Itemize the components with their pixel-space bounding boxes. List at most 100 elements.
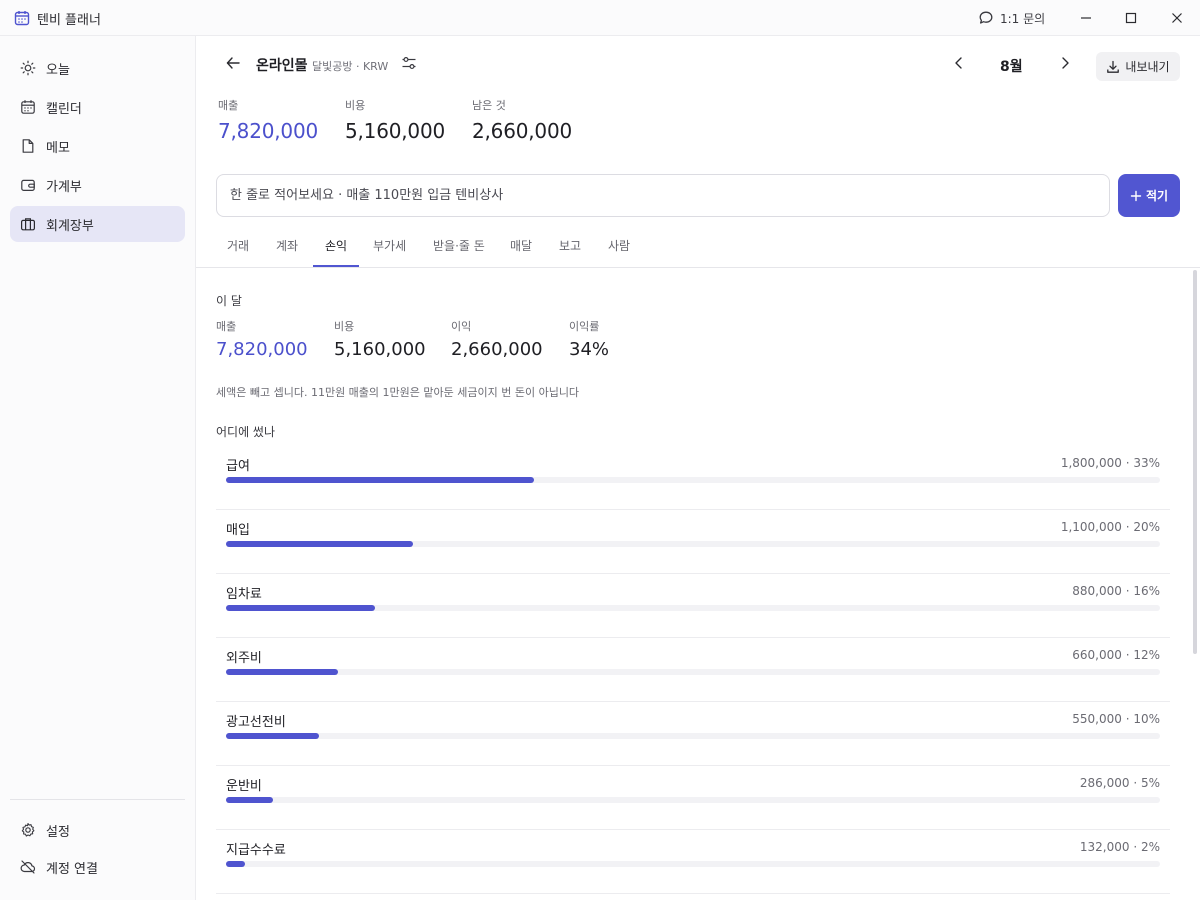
ledger-name: 온라인몰 xyxy=(256,58,308,74)
chevron-right-icon[interactable] xyxy=(1056,54,1074,72)
export-button[interactable]: 내보내기 xyxy=(1096,52,1180,81)
category-bar-track xyxy=(226,541,1160,547)
write-button[interactable]: 적기 xyxy=(1118,174,1180,217)
list-item: 운반비 286,000 · 5% xyxy=(216,766,1170,830)
tab-people[interactable]: 사람 xyxy=(608,237,630,254)
sidebar-divider xyxy=(10,799,185,800)
tab-bar: 거래 계좌 손익 부가세 받을·줄 돈 매달 보고 사람 xyxy=(196,226,1200,268)
download-icon xyxy=(1107,60,1120,73)
active-tab-indicator xyxy=(313,265,359,267)
sidebar-item-memo[interactable]: 메모 xyxy=(10,128,185,164)
minimize-button[interactable] xyxy=(1076,8,1096,28)
maximize-icon xyxy=(1125,12,1137,24)
kpi-sales-value: 7,820,000 xyxy=(216,339,308,360)
sun-icon xyxy=(20,60,36,76)
briefcase-icon xyxy=(21,218,36,231)
sidebar-item-calendar[interactable]: 캘린더 xyxy=(10,89,185,125)
tax-note: 세액은 빼고 셉니다. 11만원 매출의 1만원은 맡아둔 세금이지 번 돈이 … xyxy=(216,386,580,399)
kpi-profit-label: 이익 xyxy=(451,320,472,333)
category-bar-fill xyxy=(226,733,320,739)
category-bar-fill xyxy=(226,541,413,547)
back-arrow-icon[interactable] xyxy=(224,54,242,72)
sidebar-item-label: 계정 연결 xyxy=(46,861,98,877)
category-bar-fill xyxy=(226,861,245,867)
summary-sales-label: 매출 xyxy=(218,99,239,112)
tab-monthly[interactable]: 매달 xyxy=(510,237,532,254)
category-bar-track xyxy=(226,861,1160,867)
sidebar-item-today[interactable]: 오늘 xyxy=(10,50,185,86)
month-label: 8월 xyxy=(1000,59,1023,75)
kpi-margin-value: 34% xyxy=(569,339,610,360)
category-amount: 880,000 · 16% xyxy=(1072,584,1160,598)
plus-icon xyxy=(1130,190,1142,201)
category-name: 광고선전비 xyxy=(226,715,286,730)
category-amount: 1,100,000 · 20% xyxy=(1060,520,1160,534)
title-bar: 텐비 플래너 1:1 문의 xyxy=(0,0,1200,36)
sidebar-item-label: 가계부 xyxy=(46,179,82,195)
summary-sales-value: 7,820,000 xyxy=(218,119,318,143)
close-button[interactable] xyxy=(1167,8,1187,28)
quick-entry-input[interactable] xyxy=(216,174,1110,217)
chat-bubble-icon xyxy=(979,11,993,24)
inquiry-button[interactable]: 1:1 문의 xyxy=(978,8,1045,28)
category-name: 임차료 xyxy=(226,587,262,602)
kpi-cost-value: 5,160,000 xyxy=(334,339,426,360)
app-title: 텐비 플래너 xyxy=(37,13,101,28)
sidebar-item-accounting-ledger[interactable]: 회계장부 xyxy=(10,206,185,242)
calendar-icon xyxy=(14,11,30,26)
chevron-left-icon[interactable] xyxy=(950,54,968,72)
category-bar-track xyxy=(226,797,1160,803)
category-bar-track xyxy=(226,477,1160,483)
category-name: 급여 xyxy=(226,459,250,474)
maximize-button[interactable] xyxy=(1121,8,1141,28)
tab-vat[interactable]: 부가세 xyxy=(373,237,406,254)
summary-remaining-label: 남은 것 xyxy=(472,99,506,112)
list-item: 임차료 880,000 · 16% xyxy=(216,574,1170,638)
category-amount: 550,000 · 10% xyxy=(1072,712,1160,726)
category-bar-track xyxy=(226,669,1160,675)
sidebar-item-settings[interactable]: 설정 xyxy=(10,812,185,848)
cloud-off-icon xyxy=(20,860,36,874)
list-item: 지급수수료 132,000 · 2% xyxy=(216,830,1170,894)
category-name: 매입 xyxy=(226,523,250,538)
category-amount: 1,800,000 · 33% xyxy=(1060,456,1160,470)
tab-profit-loss[interactable]: 손익 xyxy=(325,237,347,254)
sidebar-item-label: 설정 xyxy=(46,824,70,840)
category-amount: 660,000 · 12% xyxy=(1072,648,1160,662)
category-bar-track xyxy=(226,733,1160,739)
close-icon xyxy=(1172,13,1182,23)
kpi-margin-label: 이익률 xyxy=(569,320,600,333)
tab-accounts[interactable]: 계좌 xyxy=(276,237,298,254)
summary-remaining-value: 2,660,000 xyxy=(472,119,572,143)
sidebar: 오늘 캘린더 메모 가계부 회계장부 설정 계정 연결 xyxy=(0,36,196,900)
category-bar-fill xyxy=(226,477,535,483)
category-amount: 286,000 · 5% xyxy=(1079,776,1160,790)
list-item: 외주비 660,000 · 12% xyxy=(216,638,1170,702)
write-label: 적기 xyxy=(1145,189,1169,203)
minimize-icon xyxy=(1081,17,1091,19)
category-amount: 132,000 · 2% xyxy=(1079,840,1160,854)
category-name: 운반비 xyxy=(226,779,262,794)
kpi-cost-label: 비용 xyxy=(334,320,355,333)
export-label: 내보내기 xyxy=(1125,60,1170,74)
sidebar-item-account-link[interactable]: 계정 연결 xyxy=(10,849,185,885)
sidebar-item-household-ledger[interactable]: 가계부 xyxy=(10,167,185,203)
scrollbar[interactable] xyxy=(1193,270,1197,654)
sidebar-item-label: 회계장부 xyxy=(46,218,94,234)
category-name: 외주비 xyxy=(226,651,262,666)
sliders-icon[interactable] xyxy=(401,55,417,71)
list-item: 급여 1,800,000 · 33% xyxy=(216,446,1170,510)
document-icon xyxy=(22,139,34,153)
category-name: 지급수수료 xyxy=(226,843,286,858)
category-bar-track xyxy=(226,605,1160,611)
tab-receivables-payables[interactable]: 받을·줄 돈 xyxy=(433,237,485,254)
sidebar-item-label: 메모 xyxy=(46,140,70,156)
tab-transactions[interactable]: 거래 xyxy=(227,237,249,254)
category-bar-fill xyxy=(226,669,339,675)
sidebar-item-label: 캘린더 xyxy=(46,101,82,117)
wallet-icon xyxy=(21,179,35,192)
list-item: 매입 1,100,000 · 20% xyxy=(216,510,1170,574)
category-bar-fill xyxy=(226,605,376,611)
tab-reports[interactable]: 보고 xyxy=(559,237,581,254)
this-month-title: 이 달 xyxy=(216,294,242,308)
